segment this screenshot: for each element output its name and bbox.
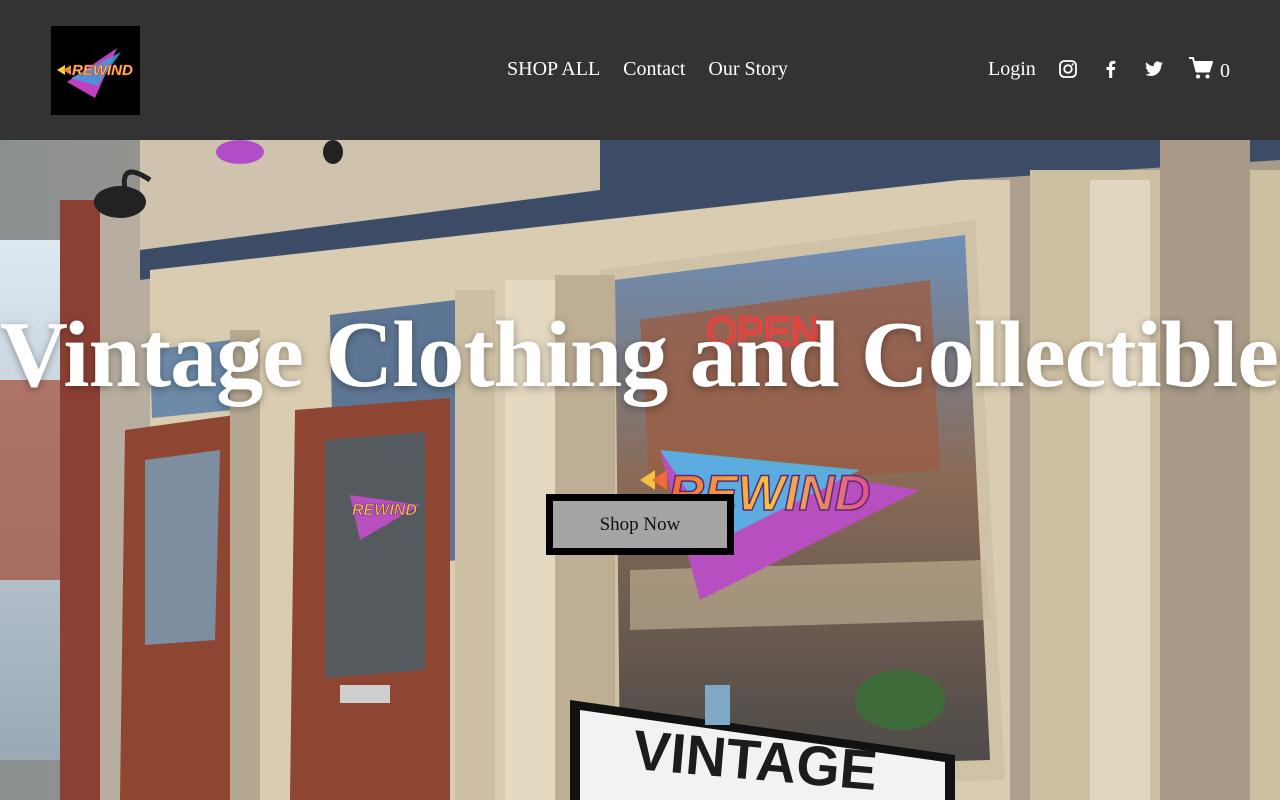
hero-title: Vintage Clothing and Collectibles — [0, 303, 1280, 407]
site-header: REWIND SHOP ALL Contact Our Story Login — [0, 0, 1280, 140]
facebook-icon[interactable] — [1101, 59, 1121, 79]
nav-contact[interactable]: Contact — [623, 56, 685, 82]
nav-our-story[interactable]: Our Story — [708, 56, 787, 82]
instagram-icon[interactable] — [1058, 59, 1078, 79]
nav-shop-all[interactable]: SHOP ALL — [507, 56, 600, 82]
login-link[interactable]: Login — [988, 56, 1036, 82]
shop-now-button[interactable]: Shop Now — [546, 494, 734, 555]
storefront-image: OPEN REWIND REWIND VINTAGE — [0, 140, 1280, 800]
cart-count: 0 — [1220, 59, 1230, 82]
rewind-door-decal: REWIND — [352, 502, 417, 519]
cart-button[interactable]: 0 — [1188, 56, 1230, 85]
rewind-logo[interactable]: REWIND — [51, 26, 140, 115]
main-nav: SHOP ALL Contact Our Story — [507, 56, 788, 82]
cart-icon — [1188, 56, 1214, 85]
hero-section: OPEN REWIND REWIND VINTAGE Vintage Cloth… — [0, 140, 1280, 800]
twitter-icon[interactable] — [1144, 59, 1164, 79]
svg-text:REWIND: REWIND — [72, 62, 133, 79]
